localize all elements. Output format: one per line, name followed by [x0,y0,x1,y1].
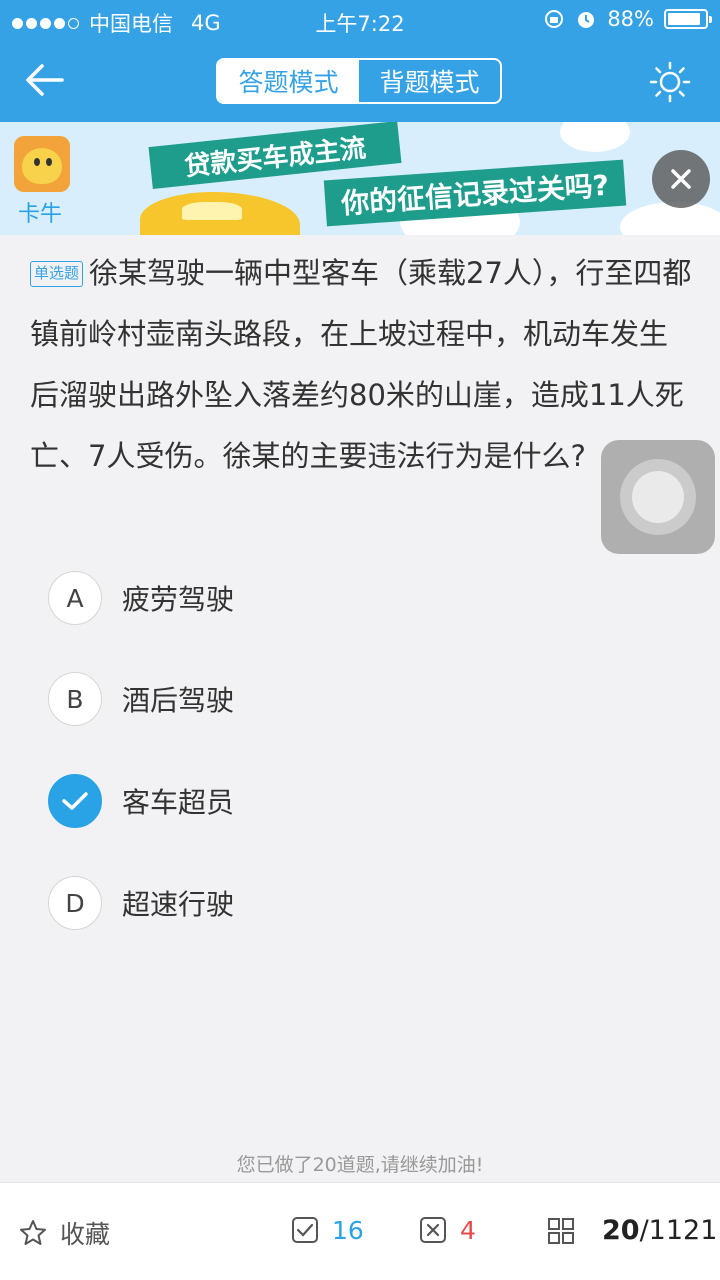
kaniu-logo [14,136,70,192]
correct-count[interactable]: 16 [290,1215,364,1245]
battery-percent: 88% [607,7,654,31]
favorite-button[interactable]: 收藏 [18,1215,110,1251]
close-icon [671,169,691,189]
car-illustration [140,192,300,235]
mode-switch: 答题模式 背题模式 [216,58,502,104]
current-question-number: 20 [602,1215,640,1246]
sun-icon [649,61,691,103]
back-arrow-icon [26,64,64,96]
option-d[interactable]: D 超速行驶 [48,875,668,931]
option-c[interactable]: 客车超员 [48,773,668,829]
question-index-button[interactable]: 20/1121 [546,1215,717,1246]
grid-icon [548,1217,574,1244]
option-b-text: 酒后驾驶 [122,684,235,717]
checkbox-wrong-icon [420,1217,446,1243]
option-d-letter: D [48,876,102,930]
question-text: 徐某驾驶一辆中型客车（乘载27人），行至四都镇前岭村壶南头路段，在上坡过程中，机… [30,256,692,473]
battery-icon [664,9,712,29]
favorite-label: 收藏 [60,1220,111,1249]
option-d-text: 超速行驶 [122,888,235,921]
logo-text: 卡牛 [18,202,63,227]
alarm-icon [578,12,595,28]
tab-answer-mode[interactable]: 答题模式 [218,60,359,102]
ad-banner[interactable]: 卡牛 贷款买车成主流 你的征信记录过关吗? [0,122,720,235]
close-ad-button[interactable] [652,150,710,208]
nav-bar: 答题模式 背题模式 [0,40,720,122]
checkbox-correct-icon [292,1217,318,1243]
checkmark-icon [62,792,88,810]
clock: 上午7:22 [315,12,405,36]
question-text-block: 单选题 徐某驾驶一辆中型客车（乘载27人），行至四都镇前岭村壶南头路段，在上坡过程… [30,243,694,487]
option-b[interactable]: B 酒后驾驶 [48,671,668,727]
correct-count-value: 16 [332,1215,364,1245]
option-b-letter: B [48,672,102,726]
star-icon [20,1220,46,1245]
option-a-text: 疲劳驾驶 [122,583,235,616]
option-a[interactable]: A 疲劳驾驶 [48,570,668,626]
tab-recite-mode[interactable]: 背题模式 [359,60,500,102]
rotation-lock-icon [545,10,564,28]
wrong-count[interactable]: 4 [418,1215,476,1245]
option-c-text: 客车超员 [122,786,235,819]
status-bar: 中国电信 4G 上午7:22 88% [0,0,720,40]
back-button[interactable] [22,60,66,100]
bottom-bar: 收藏 16 4 20/1121 [0,1182,720,1280]
assistive-touch-button[interactable] [601,440,715,554]
cloud-decoration [560,122,630,152]
option-a-letter: A [48,571,102,625]
wrong-count-value: 4 [460,1215,476,1245]
option-c-selected [48,774,102,828]
cloud-decoration [620,202,720,235]
total-questions: /1121 [639,1215,718,1246]
question-type-tag: 单选题 [30,261,84,287]
progress-hint: 您已做了20道题,请继续加油! [236,1154,484,1176]
brightness-button[interactable] [648,60,692,104]
